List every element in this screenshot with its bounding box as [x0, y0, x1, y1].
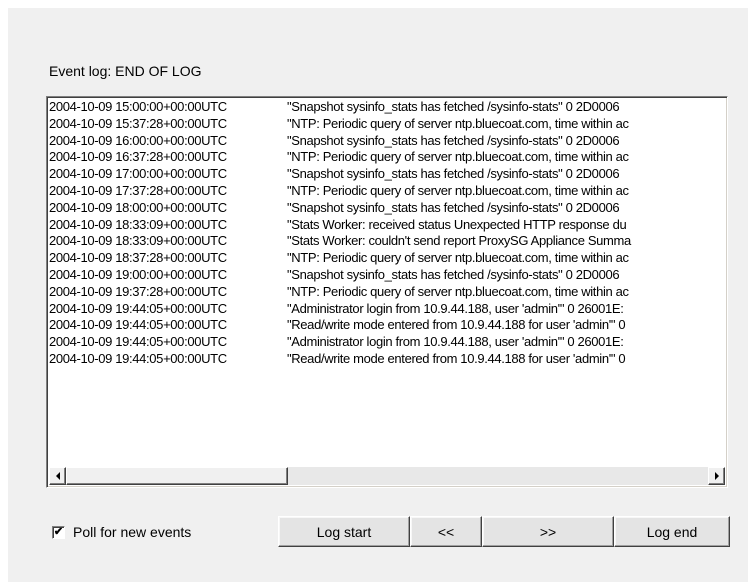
log-row[interactable]: 2004-10-09 17:37:28+00:00UTC "NTP: Period…	[49, 183, 725, 200]
scroll-left-button[interactable]	[49, 467, 66, 485]
log-timestamp: 2004-10-09 19:44:05+00:00UTC	[49, 300, 227, 316]
triangle-left-icon	[55, 472, 60, 480]
log-message: "NTP: Periodic query of server ntp.bluec…	[287, 182, 629, 198]
triangle-right-icon	[714, 472, 719, 480]
log-timestamp: 2004-10-09 17:00:00+00:00UTC	[49, 166, 227, 182]
log-timestamp: 2004-10-09 19:44:05+00:00UTC	[49, 350, 227, 366]
log-row[interactable]: 2004-10-09 17:00:00+00:00UTC "Snapshot sy…	[49, 166, 725, 183]
log-timestamp: 2004-10-09 19:37:28+00:00UTC	[49, 283, 227, 299]
log-row[interactable]: 2004-10-09 18:00:00+00:00UTC "Snapshot sy…	[49, 200, 725, 217]
scroll-right-button[interactable]	[708, 467, 725, 485]
poll-checkbox[interactable]: ✔	[52, 525, 65, 539]
log-message: "NTP: Periodic query of server ntp.bluec…	[287, 250, 629, 266]
log-message: "Stats Worker: received status Unexpecte…	[287, 216, 627, 232]
log-message: "NTP: Periodic query of server ntp.bluec…	[287, 283, 629, 299]
log-row[interactable]: 2004-10-09 18:33:09+00:00UTC "Stats Worke…	[49, 217, 725, 234]
log-message: "Snapshot sysinfo_stats has fetched /sys…	[287, 266, 620, 282]
log-timestamp: 2004-10-09 17:37:28+00:00UTC	[49, 182, 227, 198]
poll-for-new-events[interactable]: ✔ Poll for new events	[52, 524, 191, 540]
log-row[interactable]: 2004-10-09 19:44:05+00:00UTC "Read/write …	[49, 351, 725, 368]
log-message: "NTP: Periodic query of server ntp.bluec…	[287, 115, 629, 131]
log-timestamp: 2004-10-09 19:00:00+00:00UTC	[49, 266, 227, 282]
log-message: "Snapshot sysinfo_stats has fetched /sys…	[287, 99, 620, 114]
log-row[interactable]: 2004-10-09 16:37:28+00:00UTC "NTP: Period…	[49, 149, 725, 166]
log-message: "Read/write mode entered from 10.9.44.18…	[287, 350, 626, 366]
log-message: "Snapshot sysinfo_stats has fetched /sys…	[287, 132, 620, 148]
log-timestamp: 2004-10-09 18:37:28+00:00UTC	[49, 250, 227, 266]
scrollbar-thumb[interactable]	[66, 467, 288, 485]
log-timestamp: 2004-10-09 19:44:05+00:00UTC	[49, 334, 227, 350]
log-row[interactable]: 2004-10-09 19:44:05+00:00UTC "Read/write …	[49, 317, 725, 334]
log-message: "Administrator login from 10.9.44.188, u…	[287, 300, 624, 316]
log-timestamp: 2004-10-09 16:00:00+00:00UTC	[49, 132, 227, 148]
log-timestamp: 2004-10-09 18:33:09+00:00UTC	[49, 216, 227, 232]
next-page-button[interactable]: >>	[482, 516, 614, 547]
log-timestamp: 2004-10-09 18:33:09+00:00UTC	[49, 233, 227, 249]
log-timestamp: 2004-10-09 16:37:28+00:00UTC	[49, 149, 227, 165]
log-start-button[interactable]: Log start	[278, 516, 410, 547]
log-row[interactable]: 2004-10-09 16:00:00+00:00UTC "Snapshot sy…	[49, 133, 725, 150]
event-log-list[interactable]: 2004-10-09 15:00:00+00:00UTC "Snapshot sy…	[46, 96, 728, 488]
log-row[interactable]: 2004-10-09 18:33:09+00:00UTC "Stats Worke…	[49, 233, 725, 250]
log-row[interactable]: 2004-10-09 19:44:05+00:00UTC "Administrat…	[49, 301, 725, 318]
log-row[interactable]: 2004-10-09 19:44:05+00:00UTC "Administrat…	[49, 334, 725, 351]
log-timestamp: 2004-10-09 18:00:00+00:00UTC	[49, 199, 227, 215]
log-row[interactable]: 2004-10-09 15:00:00+00:00UTC "Snapshot sy…	[49, 99, 725, 116]
poll-label: Poll for new events	[73, 524, 192, 540]
log-message: "Administrator login from 10.9.44.188, u…	[287, 334, 624, 350]
horizontal-scrollbar[interactable]	[49, 467, 725, 485]
log-row[interactable]: 2004-10-09 19:37:28+00:00UTC "NTP: Period…	[49, 284, 725, 301]
event-log-label: Event log: END OF LOG	[49, 63, 202, 79]
log-row[interactable]: 2004-10-09 18:37:28+00:00UTC "NTP: Period…	[49, 250, 725, 267]
previous-page-button[interactable]: <<	[410, 516, 482, 547]
log-row[interactable]: 2004-10-09 15:37:28+00:00UTC "NTP: Period…	[49, 116, 725, 133]
log-message: "Snapshot sysinfo_stats has fetched /sys…	[287, 199, 620, 215]
log-end-button[interactable]: Log end	[614, 516, 730, 547]
log-row[interactable]: 2004-10-09 19:00:00+00:00UTC "Snapshot sy…	[49, 267, 725, 284]
log-message: "Snapshot sysinfo_stats has fetched /sys…	[287, 166, 620, 182]
log-message: "NTP: Periodic query of server ntp.bluec…	[287, 149, 629, 165]
log-timestamp: 2004-10-09 19:44:05+00:00UTC	[49, 317, 227, 333]
log-message: "Read/write mode entered from 10.9.44.18…	[287, 317, 626, 333]
log-timestamp: 2004-10-09 15:37:28+00:00UTC	[49, 115, 227, 131]
event-log-rows: 2004-10-09 15:00:00+00:00UTC "Snapshot sy…	[49, 99, 725, 465]
log-timestamp: 2004-10-09 15:00:00+00:00UTC	[49, 99, 227, 114]
log-message: "Stats Worker: couldn't send report Prox…	[287, 233, 631, 249]
